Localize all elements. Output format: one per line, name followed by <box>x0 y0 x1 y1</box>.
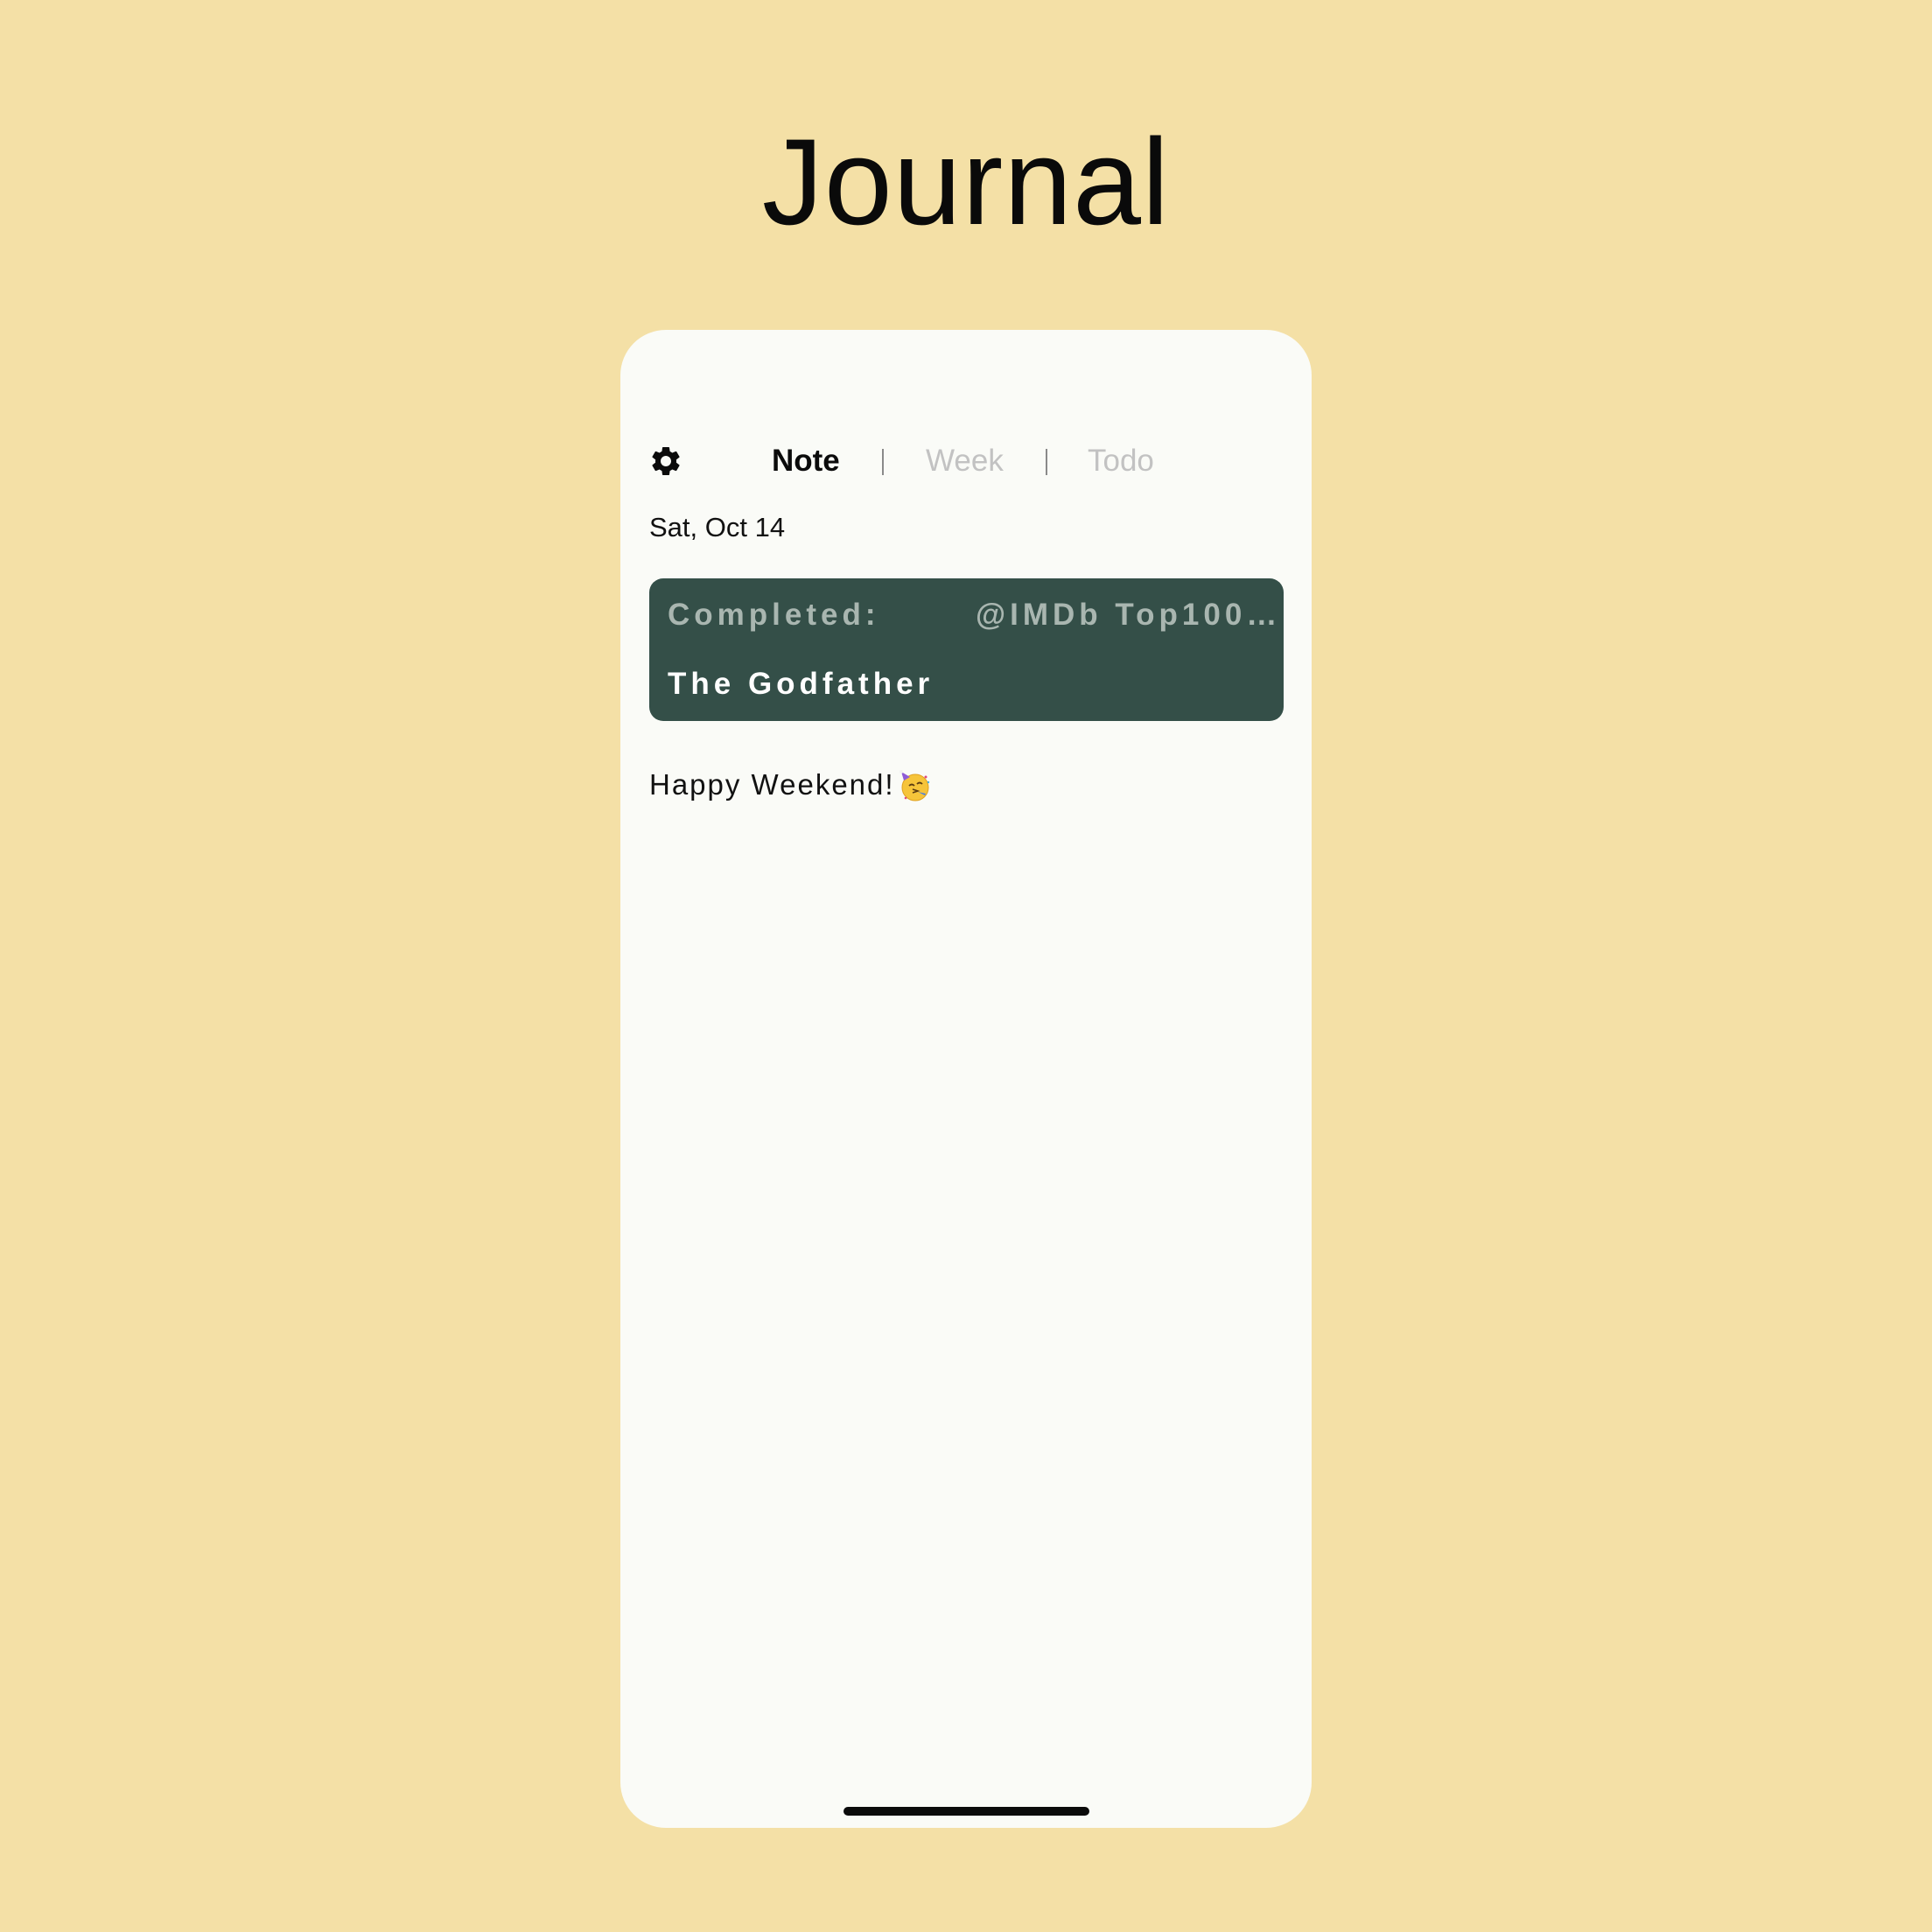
view-tabs: Note Week Todo <box>620 438 1312 484</box>
phone-screen: Note Week Todo Sat, Oct 14 Completed: @I… <box>620 330 1312 1828</box>
page-title: Journal <box>761 113 1171 250</box>
completed-item-card[interactable]: Completed: @IMDb Top100… The Godfather <box>649 578 1284 721</box>
completed-label: Completed: <box>668 598 880 632</box>
partying-face-emoji-icon <box>897 768 929 802</box>
note-body[interactable]: Happy Weekend! <box>649 766 929 804</box>
tab-week[interactable]: Week <box>926 438 1004 484</box>
list-name: @IMDb Top100… <box>976 598 1278 632</box>
tab-divider <box>1046 449 1047 475</box>
note-text: Happy Weekend! <box>649 768 895 801</box>
tab-divider <box>882 449 884 475</box>
tab-todo[interactable]: Todo <box>1088 438 1154 484</box>
tab-note[interactable]: Note <box>772 438 840 484</box>
home-indicator[interactable] <box>844 1807 1089 1816</box>
note-date: Sat, Oct 14 <box>649 512 786 542</box>
completed-item-title: The Godfather <box>668 667 934 701</box>
